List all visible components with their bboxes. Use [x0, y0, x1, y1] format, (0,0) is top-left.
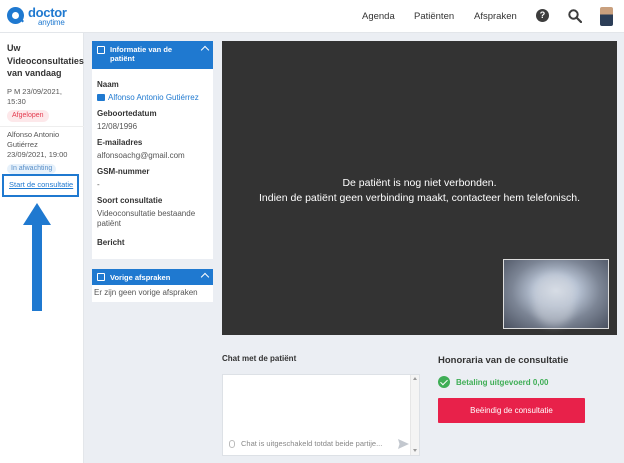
- chat-input[interactable]: Chat is uitgeschakeld totdat beide parti…: [226, 435, 409, 453]
- consult-1-time: P M 23/09/2021, 15:30: [7, 87, 62, 106]
- top-bar: doctor anytime Agenda Patiënten Afsprake…: [0, 0, 624, 33]
- patient-name-link[interactable]: Alfonso Antonio Gutiérrez: [108, 93, 199, 102]
- consult-2-info: Alfonso Antonio Gutiérrez 23/09/2021, 19…: [7, 130, 81, 160]
- patient-info-card: Informatie van de patiënt Naam Alfonso A…: [92, 41, 213, 259]
- sidebar-title: Uw Videoconsultaties van vandaag: [7, 43, 84, 78]
- patient-info-title: Informatie van de patiënt: [110, 45, 173, 63]
- nav-agenda[interactable]: Agenda: [362, 11, 395, 22]
- chat-title: Chat met de patiënt: [222, 354, 297, 363]
- chat-box: Chat is uitgeschakeld totdat beide parti…: [222, 374, 420, 456]
- chat-placeholder: Chat is uitgeschakeld totdat beide parti…: [241, 439, 383, 448]
- previous-appointments-header[interactable]: Vorige afspraken: [92, 269, 213, 285]
- logo-text-anytime: anytime: [38, 18, 65, 27]
- video-status-line2: Indien de patiënt geen verbinding maakt,…: [258, 192, 581, 204]
- video-status-line1: De patiënt is nog niet verbonden.: [342, 177, 497, 189]
- field-value-gsm: -: [97, 180, 100, 189]
- divider: [0, 126, 84, 127]
- consult-2-patient-name: Alfonso Antonio Gutiérrez: [7, 130, 60, 149]
- field-value-consult-type: Videoconsultatie bestaande patiënt: [97, 209, 196, 228]
- check-circle-icon: [438, 376, 450, 388]
- field-label-consult-type: Soort consultatie: [97, 196, 163, 205]
- chevron-up-icon[interactable]: [200, 272, 210, 282]
- honoraria-title: Honoraria van de consultatie: [438, 355, 569, 366]
- self-camera-preview: [503, 259, 609, 329]
- video-area: De patiënt is nog niet verbonden. Indien…: [222, 41, 617, 335]
- previous-appointments-empty: Er zijn geen vorige afspraken: [94, 288, 198, 297]
- arrow-up-icon: [23, 203, 51, 311]
- previous-appointments-card: Vorige afspraken Er zijn geen vorige afs…: [92, 269, 213, 302]
- chat-scrollbar[interactable]: [410, 375, 419, 455]
- field-label-email: E-mailadres: [97, 138, 143, 147]
- calendar-icon: [97, 273, 105, 281]
- send-icon[interactable]: [398, 439, 409, 449]
- field-value-email: alfonsoachg@gmail.com: [97, 151, 185, 160]
- end-consultation-button[interactable]: Beëindig de consultatie: [438, 398, 585, 423]
- doctoranytime-logo[interactable]: doctor anytime: [7, 5, 97, 29]
- nav-afspraken[interactable]: Afspraken: [474, 11, 517, 22]
- start-consultation-highlight: Start de consultatie: [2, 174, 79, 197]
- search-icon[interactable]: [568, 9, 582, 23]
- previous-appointments-title: Vorige afspraken: [110, 273, 171, 282]
- field-label-message: Bericht: [97, 238, 125, 247]
- field-value-birthdate: 12/08/1996: [97, 122, 138, 131]
- field-label-birthdate: Geboortedatum: [97, 109, 157, 118]
- nav-patienten[interactable]: Patiënten: [414, 11, 454, 22]
- clip-icon: [229, 440, 235, 448]
- id-card-icon: [97, 46, 105, 54]
- field-value-name[interactable]: Alfonso Antonio Gutiérrez: [97, 93, 211, 103]
- payment-status: Betaling uitgevoerd 0,00: [456, 378, 549, 387]
- logo-mark-icon: [7, 7, 24, 24]
- field-label-name: Naam: [97, 80, 119, 89]
- status-badge-ended: Afgelopen: [7, 110, 49, 122]
- start-consultation-link[interactable]: Start de consultatie: [9, 180, 73, 189]
- sidebar: Uw Videoconsultaties van vandaag P M 23/…: [0, 33, 84, 463]
- chevron-up-icon[interactable]: [200, 45, 210, 55]
- help-icon[interactable]: ?: [536, 9, 549, 22]
- chat-messages: [223, 375, 410, 431]
- user-avatar[interactable]: [600, 7, 613, 26]
- folder-icon: [97, 94, 105, 101]
- video-status-message: De patiënt is nog niet verbonden. Indien…: [222, 176, 617, 206]
- status-badge-waiting: In afwachting: [7, 164, 57, 174]
- field-label-gsm: GSM-nummer: [97, 167, 150, 176]
- consult-2-time: 23/09/2021, 19:00: [7, 150, 68, 159]
- patient-info-header[interactable]: Informatie van de patiënt: [92, 41, 213, 69]
